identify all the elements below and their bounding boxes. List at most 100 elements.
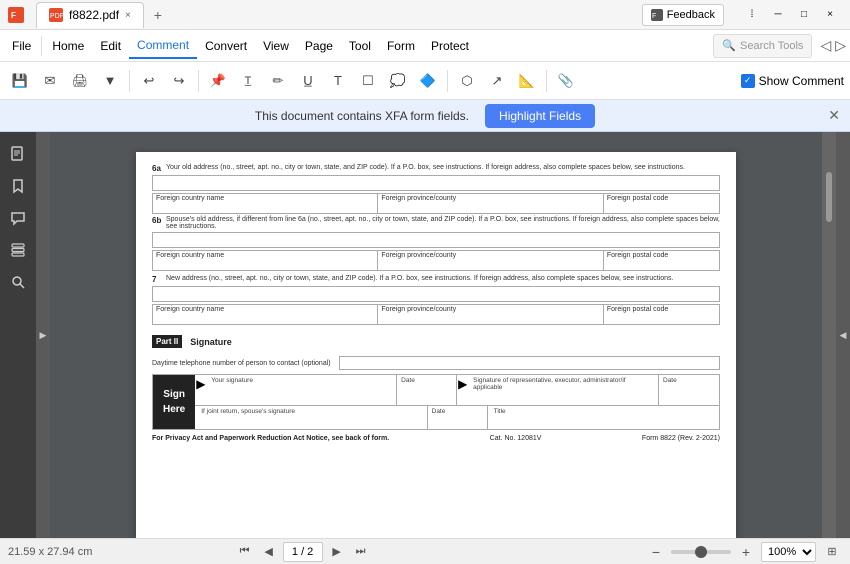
title-label: Title [494, 408, 713, 415]
scrollbar-right[interactable] [822, 132, 836, 538]
toolbar-text-btn[interactable]: T [324, 67, 352, 95]
sign-row-2: If joint return, spouse's signature Date… [195, 406, 719, 429]
arrow-marker-2: ▶ [458, 377, 467, 391]
nav-next-btn[interactable]: ▶ [327, 542, 347, 562]
foreign-postal-7: Foreign postal code [604, 305, 719, 324]
foreign-country-input[interactable] [156, 202, 374, 212]
toolbar-sep-2 [198, 70, 199, 92]
nav-back-icon[interactable]: ◁ [820, 37, 831, 54]
foreign-postal-6b-input[interactable] [607, 259, 716, 269]
sign-here-line2: Here [163, 402, 185, 417]
date-input-1[interactable] [401, 384, 452, 396]
minimize-btn[interactable]: ─ [766, 4, 790, 26]
show-comment-checkbox[interactable]: ✓ [741, 74, 755, 88]
menu-file[interactable]: File [4, 33, 39, 59]
toolbar-email-btn[interactable]: ✉ [36, 67, 64, 95]
menu-view[interactable]: View [255, 33, 297, 59]
foreign-province-6b: Foreign province/county [378, 251, 603, 270]
sign-here-line1: Sign [163, 387, 185, 402]
date-label-3: Date [432, 408, 483, 415]
menu-page[interactable]: Page [297, 33, 341, 59]
address-6b-input[interactable] [152, 232, 720, 248]
toolbar-measure-btn[interactable]: 📐 [513, 67, 541, 95]
show-comment-toggle[interactable]: ✓ Show Comment [741, 74, 844, 88]
daytime-phone-label: Daytime telephone number of person to co… [152, 360, 331, 367]
foreign-province-7-input[interactable] [381, 313, 599, 323]
zoom-controls: − + 100% 75% 125% 150% ⊞ [647, 542, 842, 562]
toolbar-sticky-note-btn[interactable]: 📌 [204, 67, 232, 95]
panel-icon-layers[interactable] [4, 236, 32, 264]
toolbar-arrow-btn[interactable]: ↗ [483, 67, 511, 95]
active-tab[interactable]: PDF f8822.pdf × [36, 2, 144, 28]
panel-expand-toggle[interactable]: ▶ [36, 132, 50, 538]
foreign-country-label: Foreign country name [156, 195, 374, 202]
nav-forward-icon[interactable]: ▷ [835, 37, 846, 54]
toolbar-markup-btn[interactable]: T̲ [234, 67, 262, 95]
xfa-close-btn[interactable]: ✕ [828, 107, 840, 124]
menu-edit[interactable]: Edit [92, 33, 129, 59]
menu-convert[interactable]: Convert [197, 33, 255, 59]
foreign-country-6b-input[interactable] [156, 259, 374, 269]
nav-prev-btn[interactable]: ◀ [259, 542, 279, 562]
toolbar-stamp-btn[interactable]: 🔷 [414, 67, 442, 95]
menu-comment[interactable]: Comment [129, 33, 197, 59]
toolbar-attach-btn[interactable]: 📎 [552, 67, 580, 95]
date-input-3[interactable] [432, 415, 483, 427]
toolbar-dropdown-btn[interactable]: ▼ [96, 67, 124, 95]
nav-last-btn[interactable]: ⏭ [351, 542, 371, 562]
fit-page-btn[interactable]: ⊞ [822, 542, 842, 562]
rep-signature-input[interactable] [463, 391, 652, 403]
panel-icon-page[interactable] [4, 140, 32, 168]
address-6a-input[interactable] [152, 175, 720, 191]
window-controls: ⁞ ─ □ × [740, 4, 842, 26]
zoom-in-btn[interactable]: + [737, 543, 755, 561]
search-tools-box[interactable]: 🔍 Search Tools [713, 34, 812, 58]
main-layout: ▶ 6a Your old address (no., street, apt.… [0, 132, 850, 538]
menu-form[interactable]: Form [379, 33, 423, 59]
toolbar-callout-btn[interactable]: 💭 [384, 67, 412, 95]
restore-btn[interactable]: □ [792, 4, 816, 26]
daytime-phone-input[interactable] [339, 356, 720, 370]
joint-return-input[interactable] [201, 415, 420, 427]
toolbar-print-btn[interactable]: 🖨 [66, 67, 94, 95]
menu-protect[interactable]: Protect [423, 33, 477, 59]
toolbar-redo-btn[interactable]: ↪ [165, 67, 193, 95]
zoom-select[interactable]: 100% 75% 125% 150% [761, 542, 816, 562]
foreign-row-7: Foreign country name Foreign province/co… [152, 304, 720, 325]
foreign-country-7-input[interactable] [156, 313, 374, 323]
tab-close-btn[interactable]: × [125, 10, 131, 21]
toolbar-save-btn[interactable]: 💾 [6, 67, 34, 95]
toolbar-textbox-btn[interactable]: ☐ [354, 67, 382, 95]
menu-home[interactable]: Home [44, 33, 92, 59]
foreign-postal-7-input[interactable] [607, 313, 716, 323]
toolbar-shape-btn[interactable]: ⬡ [453, 67, 481, 95]
panel-icon-bookmark[interactable] [4, 172, 32, 200]
joint-return-label: If joint return, spouse's signature [201, 408, 420, 415]
zoom-slider[interactable] [671, 550, 731, 554]
address-7-input[interactable] [152, 286, 720, 302]
left-panel [0, 132, 36, 538]
scrollbar-thumb[interactable] [826, 172, 832, 222]
toolbar-sep-4 [546, 70, 547, 92]
foreign-province-input[interactable] [381, 202, 599, 212]
panel-icon-search[interactable] [4, 268, 32, 296]
right-panel-toggle[interactable]: ◀ [836, 132, 850, 538]
menu-tool[interactable]: Tool [341, 33, 379, 59]
zoom-out-btn[interactable]: − [647, 543, 665, 561]
toolbar-underline-btn[interactable]: U̲ [294, 67, 322, 95]
foreign-province-6b-input[interactable] [381, 259, 599, 269]
toolbar-highlight-btn[interactable]: ✏ [264, 67, 292, 95]
your-signature-input[interactable] [201, 384, 390, 396]
feedback-button[interactable]: F Feedback [642, 4, 724, 26]
new-tab-btn[interactable]: + [148, 5, 168, 25]
pdf-area[interactable]: 6a Your old address (no., street, apt. n… [50, 132, 822, 538]
panel-icon-comment[interactable] [4, 204, 32, 232]
nav-first-btn[interactable]: ⏮ [235, 542, 255, 562]
title-input[interactable] [494, 415, 713, 427]
highlight-fields-btn[interactable]: Highlight Fields [485, 104, 595, 128]
toolbar-undo-btn[interactable]: ↩ [135, 67, 163, 95]
foreign-postal-input[interactable] [607, 202, 716, 212]
close-window-btn[interactable]: × [818, 4, 842, 26]
page-number-input[interactable] [283, 542, 323, 562]
date-input-2[interactable] [663, 384, 715, 396]
